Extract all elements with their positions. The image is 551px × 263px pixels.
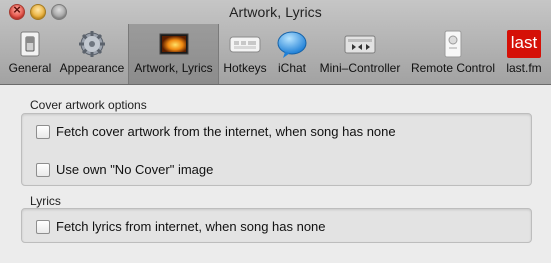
fetch-lyrics-option[interactable]: Fetch lyrics from internet, when song ha… xyxy=(36,219,326,234)
cover-section-label: Cover artwork options xyxy=(30,98,147,112)
lastfm-icon: last xyxy=(507,30,541,58)
fetch-cover-checkbox[interactable] xyxy=(36,124,50,139)
window-title: Artwork, Lyrics xyxy=(229,4,322,20)
toolbar-item-artwork-lyrics[interactable]: Artwork, Lyrics xyxy=(128,24,219,84)
artwork-icon xyxy=(159,33,188,55)
keyboard-icon xyxy=(229,36,261,53)
toolbar-label: Remote Control xyxy=(410,61,496,75)
toolbar-item-hotkeys[interactable]: Hotkeys xyxy=(219,24,271,84)
switch-icon xyxy=(20,31,40,57)
toolbar-label: last.fm xyxy=(506,61,542,75)
toolbar-item-ichat[interactable]: iChat xyxy=(271,24,313,84)
mini-controller-icon xyxy=(344,35,376,54)
toolbar-item-mini-controller[interactable]: Mini–Controller xyxy=(313,24,407,84)
fetch-cover-label: Fetch cover artwork from the internet, w… xyxy=(56,124,396,139)
toolbar-label: Mini–Controller xyxy=(319,61,401,75)
preferences-content: Cover artwork options Fetch cover artwor… xyxy=(0,85,551,263)
lastfm-logo-text: last xyxy=(510,33,538,52)
toolbar-label: Hotkeys xyxy=(223,61,267,75)
lyrics-section-label: Lyrics xyxy=(30,194,61,208)
fetch-cover-option[interactable]: Fetch cover artwork from the internet, w… xyxy=(36,124,396,139)
toolbar-item-remote-control[interactable]: Remote Control xyxy=(407,24,499,84)
fetch-lyrics-label: Fetch lyrics from internet, when song ha… xyxy=(56,219,326,234)
title-toolbar: Artwork, Lyrics General Appearance xyxy=(0,0,551,85)
toolbar-label: Artwork, Lyrics xyxy=(134,61,213,75)
toolbar-item-appearance[interactable]: Appearance xyxy=(56,24,128,84)
gear-icon xyxy=(79,31,105,57)
preferences-window: Artwork, Lyrics General Appearance xyxy=(0,0,551,263)
own-no-cover-option[interactable]: Use own "No Cover" image xyxy=(36,162,213,177)
lyrics-options-group: Fetch lyrics from internet, when song ha… xyxy=(21,208,532,243)
remote-icon xyxy=(444,30,462,58)
toolbar-label: General xyxy=(8,61,52,75)
toolbar-item-general[interactable]: General xyxy=(4,24,56,84)
toolbar-label: Appearance xyxy=(59,61,125,75)
toolbar-label: iChat xyxy=(277,61,306,75)
cover-options-group: Fetch cover artwork from the internet, w… xyxy=(21,113,532,186)
toolbar-item-lastfm[interactable]: last last.fm xyxy=(499,24,549,84)
own-no-cover-label: Use own "No Cover" image xyxy=(56,162,214,177)
ichat-bubble-icon xyxy=(277,31,307,58)
own-no-cover-checkbox[interactable] xyxy=(36,162,50,177)
fetch-lyrics-checkbox[interactable] xyxy=(36,219,50,234)
